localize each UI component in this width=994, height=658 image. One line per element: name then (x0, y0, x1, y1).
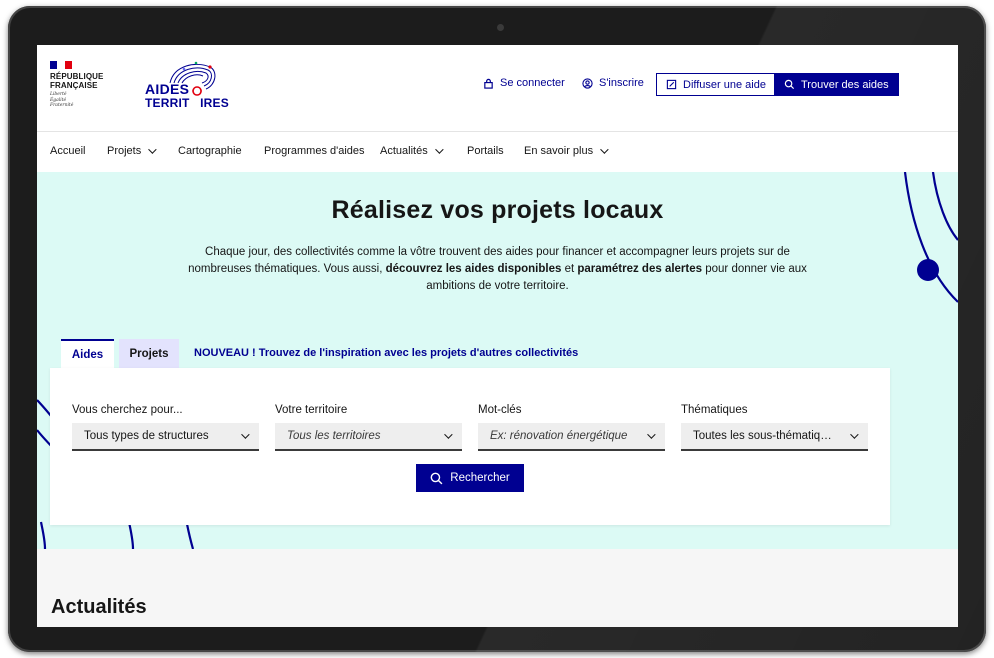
structure-field: Vous cherchez pour... Tous types de stru… (72, 404, 259, 451)
main-navigation: Accueil Projets Cartographie Programmes … (37, 132, 958, 172)
territory-field: Votre territoire Tous les territoires (275, 404, 462, 451)
find-aids-button[interactable]: Trouver des aides (774, 73, 899, 96)
nav-item-projets[interactable]: Projets (107, 145, 157, 157)
webcam (497, 24, 504, 31)
select-value: Tous types de structures (84, 430, 209, 442)
chevron-down-icon (647, 430, 656, 439)
news-title: Actualités (51, 596, 147, 618)
nav-label: Accueil (50, 145, 86, 157)
chevron-down-icon (434, 145, 444, 154)
nav-label: Cartographie (178, 145, 242, 157)
login-link[interactable]: Se connecter (483, 77, 565, 89)
edit-square-icon (666, 79, 677, 90)
tab-label: Aides (71, 348, 104, 361)
browser-viewport: RÉPUBLIQUE FRANÇAISE Liberté Égalité Fra… (37, 45, 958, 627)
hero-text-bold: paramétrez des alertes (577, 263, 703, 275)
themes-field: Thématiques Toutes les sous-thématiques (681, 404, 868, 451)
nav-item-en-savoir-plus[interactable]: En savoir plus (524, 145, 609, 157)
select-value: Tous les territoires (287, 430, 381, 442)
search-icon (784, 79, 795, 90)
login-label: Se connecter (500, 77, 565, 89)
user-circle-icon (582, 77, 593, 89)
french-flag-icon (50, 61, 72, 69)
header-tools: Se connecter S'inscrire Diffuser une aid… (37, 73, 958, 97)
tab-aides[interactable]: Aides (61, 339, 114, 368)
chevron-down-icon (600, 145, 609, 154)
themes-select[interactable]: Toutes les sous-thématiques (681, 423, 868, 451)
site-header: RÉPUBLIQUE FRANÇAISE Liberté Égalité Fra… (37, 45, 958, 132)
search-form: Vous cherchez pour... Tous types de stru… (50, 368, 890, 525)
nav-label: En savoir plus (524, 145, 594, 157)
chevron-down-icon (444, 430, 453, 439)
keywords-field: Mot-clés Ex: rénovation énergétique (478, 404, 665, 451)
signup-link[interactable]: S'inscrire (582, 77, 644, 89)
hero-section: Réalisez vos projets locaux Chaque jour,… (37, 172, 958, 549)
nav-label: Projets (107, 145, 142, 157)
projects-inspiration-link[interactable]: NOUVEAU ! Trouvez de l'inspiration avec … (194, 347, 578, 359)
find-aids-label: Trouver des aides (801, 78, 889, 91)
publish-aid-label: Diffuser une aide (683, 78, 766, 91)
hero-text-bold: découvrez les aides disponibles (385, 263, 562, 275)
chevron-down-icon (241, 430, 250, 439)
news-section: Actualités (37, 549, 958, 627)
logo-word-territoires: TERRIT IRES (145, 96, 229, 110)
field-label: Thématiques (681, 404, 748, 416)
nav-item-programmes[interactable]: Programmes d'aides (264, 145, 365, 157)
signup-label: S'inscrire (599, 77, 644, 89)
nav-label: Programmes d'aides (264, 145, 365, 157)
structure-select[interactable]: Tous types de structures (72, 423, 259, 451)
nav-label: Actualités (380, 145, 428, 157)
territory-select[interactable]: Tous les territoires (275, 423, 462, 451)
nav-item-portails[interactable]: Portails (467, 145, 504, 157)
lock-icon (484, 78, 493, 89)
search-button[interactable]: Rechercher (416, 464, 524, 492)
tab-label: Projets (129, 347, 169, 360)
publish-aid-button[interactable]: Diffuser une aide (656, 73, 776, 96)
search-button-label: Rechercher (450, 472, 510, 484)
select-value: Ex: rénovation énergétique (490, 430, 628, 442)
field-label: Vous cherchez pour... (72, 404, 183, 416)
tab-projets[interactable]: Projets (119, 339, 179, 368)
chevron-down-icon (148, 145, 157, 154)
nav-item-cartographie[interactable]: Cartographie (178, 145, 242, 157)
nav-label: Portails (467, 145, 504, 157)
hero-title: Réalisez vos projets locaux (331, 196, 664, 224)
chevron-down-icon (850, 430, 859, 439)
keywords-select[interactable]: Ex: rénovation énergétique (478, 423, 665, 451)
field-label: Mot-clés (478, 404, 522, 416)
nav-item-accueil[interactable]: Accueil (50, 145, 85, 157)
select-value: Toutes les sous-thématiques (693, 430, 838, 442)
hero-description: Chaque jour, des collectivités comme la … (187, 244, 808, 295)
hero-text-part: et (561, 263, 578, 275)
nav-item-actualites[interactable]: Actualités (380, 145, 444, 157)
search-icon (430, 472, 443, 484)
field-label: Votre territoire (275, 404, 348, 416)
